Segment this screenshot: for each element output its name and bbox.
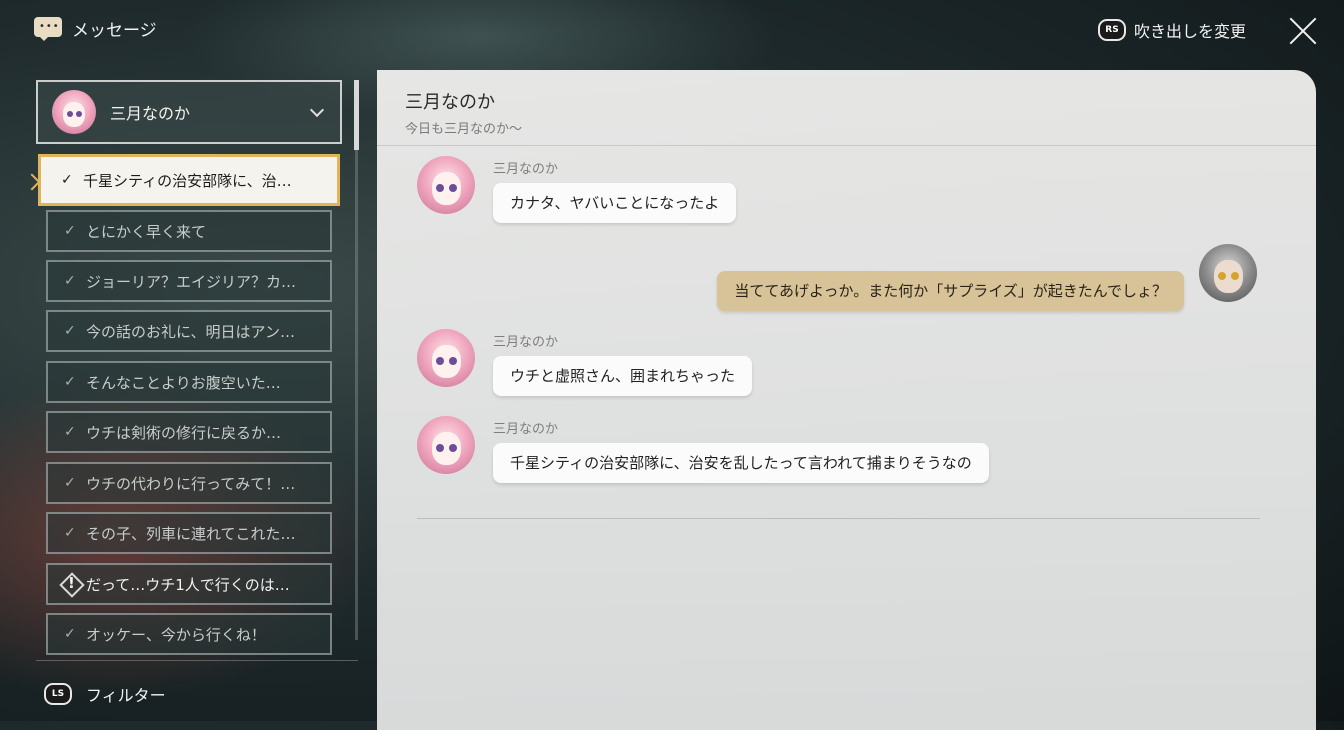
message-sender: 三月なのか bbox=[493, 335, 559, 350]
check-icon: ✓ bbox=[64, 323, 76, 339]
chat-title: 三月なのか bbox=[405, 92, 495, 113]
ls-button-icon: LS bbox=[44, 683, 72, 705]
check-icon: ✓ bbox=[64, 424, 76, 440]
scrollbar-thumb[interactable] bbox=[354, 80, 359, 150]
change-bubble-button[interactable]: RS 吹き出しを変更 bbox=[1097, 18, 1246, 42]
check-icon: ✓ bbox=[64, 223, 76, 239]
avatar bbox=[1199, 244, 1257, 302]
divider bbox=[417, 518, 1260, 519]
scrollbar-track[interactable] bbox=[355, 80, 358, 640]
conversation-label: そんなことよりお腹空いた… bbox=[86, 373, 281, 392]
conversation-label: 千星シティの治安部隊に、治… bbox=[83, 171, 292, 190]
filter-label: フィルター bbox=[86, 686, 166, 705]
conversation-label: 今の話のお礼に、明日はアン… bbox=[86, 322, 295, 341]
conversation-item[interactable]: ✓ その子、列車に連れてこれた… bbox=[46, 512, 332, 554]
conversation-label: ウチの代わりに行ってみて！… bbox=[86, 474, 296, 493]
message-sender: 三月なのか bbox=[493, 162, 559, 177]
check-icon: ✓ bbox=[64, 626, 76, 642]
conversation-item[interactable]: ✓ ウチは剣術の修行に戻るか… bbox=[46, 411, 332, 453]
check-icon: ✓ bbox=[64, 525, 76, 541]
message-icon: ••• bbox=[34, 16, 62, 41]
chevron-down-icon bbox=[309, 102, 325, 118]
conversation-label: ジョーリア？エイジリア？カ… bbox=[86, 272, 297, 291]
rs-button-icon: RS bbox=[1097, 19, 1126, 41]
check-icon: ✓ bbox=[61, 172, 73, 188]
avatar bbox=[417, 416, 475, 474]
conversation-item[interactable]: ✓ オッケー、今から行くね！ bbox=[46, 613, 332, 655]
message-bubble: 当ててあげよっか。また何か「サプライズ」が起きたんでしょ？ bbox=[717, 271, 1184, 311]
chat-subtitle: 今日も三月なのか〜 bbox=[405, 122, 523, 137]
avatar bbox=[417, 329, 475, 387]
change-bubble-label: 吹き出しを変更 bbox=[1133, 22, 1246, 41]
conversation-label: オッケー、今から行くね！ bbox=[86, 625, 266, 644]
divider bbox=[36, 660, 358, 661]
conversation-label: だって…ウチ1人で行くのは… bbox=[86, 575, 290, 594]
check-icon: ✓ bbox=[64, 475, 76, 491]
alert-icon: ! bbox=[59, 572, 85, 598]
conversation-label: とにかく早く来て bbox=[86, 222, 207, 241]
divider bbox=[377, 145, 1316, 146]
conversation-item[interactable]: ✓ そんなことよりお腹空いた… bbox=[46, 361, 332, 403]
message-bubble: ウチと虚照さん、囲まれちゃった bbox=[493, 356, 753, 396]
conversation-item[interactable]: ✓ 今の話のお礼に、明日はアン… bbox=[46, 310, 332, 352]
avatar bbox=[417, 156, 475, 214]
chat-panel: 三月なのか 今日も三月なのか〜 三月なのか カナタ、ヤバいことになったよ 当てて… bbox=[377, 70, 1316, 730]
page-title: ••• メッセージ bbox=[34, 16, 157, 41]
conversation-label: その子、列車に連れてこれた… bbox=[86, 524, 296, 543]
chat-header: 三月なのか 今日も三月なのか〜 bbox=[405, 88, 522, 137]
close-icon[interactable] bbox=[1288, 16, 1318, 46]
message-bubble: カナタ、ヤバいことになったよ bbox=[493, 183, 737, 223]
conversation-label: ウチは剣術の修行に戻るか… bbox=[86, 423, 282, 442]
conversation-item[interactable]: ✓ とにかく早く来て bbox=[46, 210, 332, 252]
check-icon: ✓ bbox=[64, 374, 76, 390]
avatar bbox=[52, 90, 96, 134]
conversation-item[interactable]: ✓ ジョーリア？エイジリア？カ… bbox=[46, 260, 332, 302]
contact-selector[interactable]: 三月なのか bbox=[36, 80, 342, 144]
message-bubble: 千星シティの治安部隊に、治安を乱したって言われて捕まりそうなの bbox=[493, 443, 989, 483]
page-title-label: メッセージ bbox=[72, 21, 157, 41]
contact-name: 三月なのか bbox=[110, 104, 191, 123]
conversation-item[interactable]: ✓ ウチの代わりに行ってみて！… bbox=[46, 462, 332, 504]
check-icon: ✓ bbox=[64, 273, 76, 289]
filter-button[interactable]: LS フィルター bbox=[44, 682, 166, 706]
conversation-item[interactable]: ! だって…ウチ1人で行くのは… bbox=[46, 563, 332, 605]
conversation-item[interactable]: ✓ 千星シティの治安部隊に、治… bbox=[38, 154, 340, 206]
message-sender: 三月なのか bbox=[493, 422, 559, 437]
